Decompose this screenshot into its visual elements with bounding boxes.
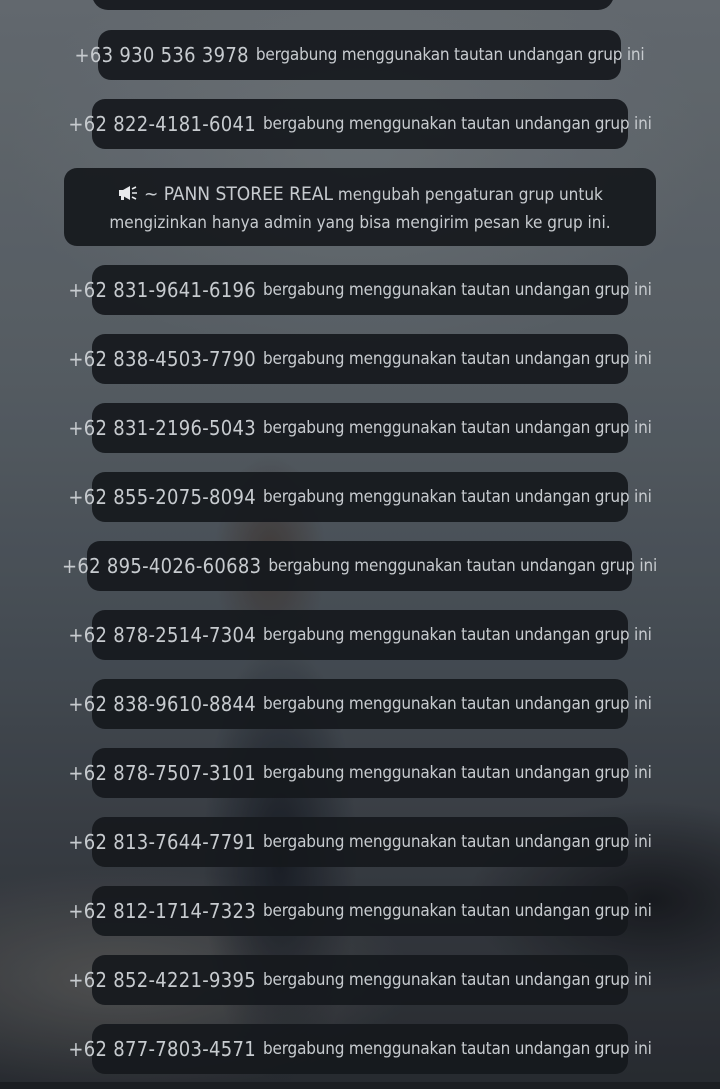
phone-number: +62 822-4181-6041 [68, 112, 257, 136]
partial-system-message [92, 0, 614, 10]
join-text: bergabung menggunakan tautan undangan gr… [268, 556, 657, 576]
join-text: bergabung menggunakan tautan undangan gr… [263, 418, 652, 438]
system-message-join: +62 812-1714-7323 bergabung menggunakan … [68, 886, 652, 936]
join-text: bergabung menggunakan tautan undangan gr… [263, 114, 652, 134]
system-message-settings-change: ~ PANN STOREE REAL mengubah pengaturan g… [64, 168, 656, 246]
join-text: bergabung menggunakan tautan undangan gr… [263, 763, 652, 783]
phone-number: +62 855-2075-8094 [68, 485, 257, 509]
join-text: bergabung menggunakan tautan undangan gr… [263, 970, 652, 990]
join-text: bergabung menggunakan tautan undangan gr… [263, 1039, 652, 1059]
system-message-join: +63 930 536 3978 bergabung menggunakan t… [75, 30, 645, 80]
phone-number: +62 831-2196-5043 [68, 416, 257, 440]
system-message-join: +62 822-4181-6041 bergabung menggunakan … [68, 99, 652, 149]
megaphone-icon [119, 186, 138, 200]
system-message-join: +62 813-7644-7791 bergabung menggunakan … [68, 817, 652, 867]
join-text: bergabung menggunakan tautan undangan gr… [263, 349, 652, 369]
join-text: bergabung menggunakan tautan undangan gr… [263, 625, 652, 645]
phone-number: +63 930 536 3978 [74, 43, 249, 67]
phone-number: +62 812-1714-7323 [68, 899, 257, 923]
phone-number: +62 831-9641-6196 [68, 278, 257, 302]
bottom-bar [0, 1082, 720, 1089]
system-message-join: +62 831-9641-6196 bergabung menggunakan … [68, 265, 652, 315]
phone-number: +62 852-4221-9395 [68, 968, 257, 992]
system-message-join: +62 895-4026-60683 bergabung menggunakan… [62, 541, 657, 591]
phone-number: +62 895-4026-60683 [62, 554, 262, 578]
sender-name[interactable]: ~ PANN STOREE REAL [144, 183, 333, 205]
join-text: bergabung menggunakan tautan undangan gr… [263, 901, 652, 921]
phone-number: +62 877-7803-4571 [68, 1037, 257, 1061]
system-message-join: +62 878-7507-3101 bergabung menggunakan … [68, 748, 652, 798]
phone-number: +62 878-7507-3101 [68, 761, 257, 785]
system-message-join: +62 877-7803-4571 bergabung menggunakan … [68, 1024, 652, 1074]
system-message-join: +62 852-4221-9395 bergabung menggunakan … [68, 955, 652, 1005]
phone-number: +62 813-7644-7791 [68, 830, 257, 854]
join-text: bergabung menggunakan tautan undangan gr… [263, 280, 652, 300]
system-message-join: +62 855-2075-8094 bergabung menggunakan … [68, 472, 652, 522]
phone-number: +62 878-2514-7304 [68, 623, 257, 647]
system-message-join: +62 831-2196-5043 bergabung menggunakan … [68, 403, 652, 453]
join-text: bergabung menggunakan tautan undangan gr… [263, 832, 652, 852]
join-text: bergabung menggunakan tautan undangan gr… [255, 45, 645, 65]
phone-number: +62 838-4503-7790 [68, 347, 257, 371]
system-message-join: +62 878-2514-7304 bergabung menggunakan … [68, 610, 652, 660]
join-text: bergabung menggunakan tautan undangan gr… [263, 694, 652, 714]
system-message-join: +62 838-4503-7790 bergabung menggunakan … [68, 334, 652, 384]
join-text: bergabung menggunakan tautan undangan gr… [263, 487, 652, 507]
phone-number: +62 838-9610-8844 [68, 692, 257, 716]
system-message-join: +62 838-9610-8844 bergabung menggunakan … [68, 679, 652, 729]
